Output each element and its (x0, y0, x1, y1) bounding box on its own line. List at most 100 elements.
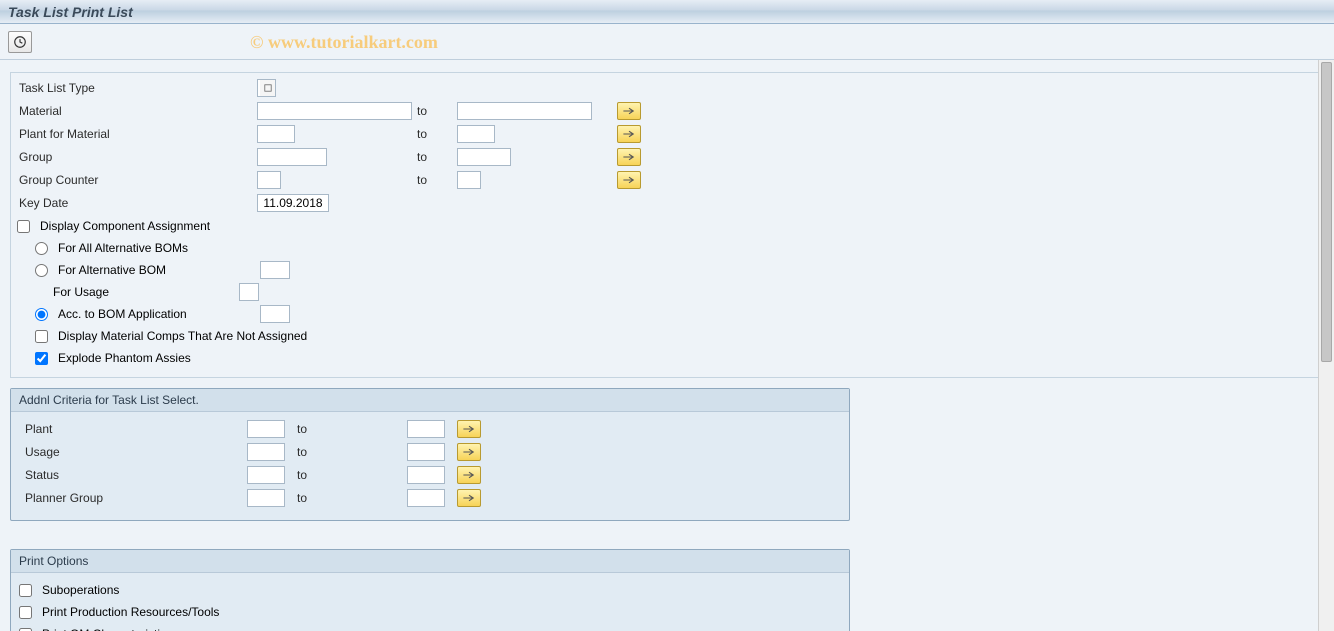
print-qm-checkbox[interactable] (19, 628, 32, 631)
row-suboperations: Suboperations (19, 579, 841, 601)
group-counter-high-input[interactable] (457, 171, 481, 189)
group-additional-criteria: Addnl Criteria for Task List Select. Pla… (10, 388, 850, 521)
plant-low-input[interactable] (247, 420, 285, 438)
acc-bom-app-input[interactable] (260, 305, 290, 323)
plant-label: Plant (19, 422, 247, 436)
execute-button[interactable] (8, 31, 32, 53)
row-print-qm: Print QM Characteristics (19, 623, 841, 631)
task-list-type-label: Task List Type (17, 81, 257, 95)
arrow-right-icon (622, 129, 636, 139)
planner-group-multi-select-button[interactable] (457, 489, 481, 507)
row-usage: Usage to (19, 441, 841, 463)
row-plant: Plant to (19, 418, 841, 440)
material-to-label: to (417, 104, 457, 118)
plant-for-material-label: Plant for Material (17, 127, 257, 141)
material-multi-select-button[interactable] (617, 102, 641, 120)
plant-to-label: to (297, 422, 407, 436)
row-group: Group to (17, 146, 1317, 168)
group-counter-multi-select-button[interactable] (617, 171, 641, 189)
application-toolbar: © www.tutorialkart.com (0, 24, 1334, 60)
group-print-options-title: Print Options (11, 550, 849, 573)
arrow-right-icon (622, 106, 636, 116)
for-alt-bom-radio[interactable] (35, 264, 48, 277)
arrow-right-icon (462, 424, 476, 434)
task-list-type-f4-button[interactable] (260, 79, 276, 97)
vertical-scrollbar[interactable] (1318, 60, 1334, 631)
arrow-right-icon (622, 175, 636, 185)
page-title: Task List Print List (8, 4, 133, 20)
row-print-prt: Print Production Resources/Tools (19, 601, 841, 623)
group-counter-to-label: to (417, 173, 457, 187)
row-not-assigned: Display Material Comps That Are Not Assi… (17, 325, 1317, 347)
usage-low-input[interactable] (247, 443, 285, 461)
scrollbar-thumb[interactable] (1321, 62, 1332, 362)
planner-group-high-input[interactable] (407, 489, 445, 507)
not-assigned-checkbox[interactable] (35, 330, 48, 343)
planner-group-to-label: to (297, 491, 407, 505)
for-all-alt-boms-radio[interactable] (35, 242, 48, 255)
usage-high-input[interactable] (407, 443, 445, 461)
planner-group-low-input[interactable] (247, 489, 285, 507)
status-low-input[interactable] (247, 466, 285, 484)
print-qm-label: Print QM Characteristics (42, 627, 172, 631)
for-usage-label: For Usage (53, 285, 223, 299)
plant-for-material-low-input[interactable] (257, 125, 295, 143)
plant-for-material-high-input[interactable] (457, 125, 495, 143)
key-date-input[interactable] (257, 194, 329, 212)
arrow-right-icon (462, 493, 476, 503)
group-multi-select-button[interactable] (617, 148, 641, 166)
group-to-label: to (417, 150, 457, 164)
row-material: Material to (17, 100, 1317, 122)
acc-bom-app-label: Acc. to BOM Application (58, 307, 244, 321)
row-task-list-type: Task List Type (17, 77, 1317, 99)
print-prt-label: Print Production Resources/Tools (42, 605, 219, 619)
material-high-input[interactable] (457, 102, 592, 120)
plant-for-material-multi-select-button[interactable] (617, 125, 641, 143)
material-label: Material (17, 104, 257, 118)
group-print-options: Print Options Suboperations Print Produc… (10, 549, 850, 631)
usage-multi-select-button[interactable] (457, 443, 481, 461)
row-acc-bom-app: Acc. to BOM Application (17, 303, 1317, 325)
row-for-usage: For Usage (17, 281, 1317, 303)
group-label: Group (17, 150, 257, 164)
explode-phantom-label: Explode Phantom Assies (58, 351, 191, 365)
usage-to-label: to (297, 445, 407, 459)
general-selection-box: Task List Type Material to Plant for Mat… (10, 72, 1324, 378)
group-low-input[interactable] (257, 148, 327, 166)
plant-high-input[interactable] (407, 420, 445, 438)
row-status: Status to (19, 464, 841, 486)
row-planner-group: Planner Group to (19, 487, 841, 509)
row-group-counter: Group Counter to (17, 169, 1317, 191)
status-label: Status (19, 468, 247, 482)
content-pane: Task List Type Material to Plant for Mat… (0, 60, 1334, 631)
suboperations-checkbox[interactable] (19, 584, 32, 597)
status-multi-select-button[interactable] (457, 466, 481, 484)
acc-bom-app-radio[interactable] (35, 308, 48, 321)
group-high-input[interactable] (457, 148, 511, 166)
plant-multi-select-button[interactable] (457, 420, 481, 438)
not-assigned-label: Display Material Comps That Are Not Assi… (58, 329, 307, 343)
arrow-right-icon (622, 152, 636, 162)
for-alt-bom-label: For Alternative BOM (58, 263, 244, 277)
group-additional-criteria-title: Addnl Criteria for Task List Select. (11, 389, 849, 412)
arrow-right-icon (462, 447, 476, 457)
for-alt-bom-input[interactable] (260, 261, 290, 279)
usage-label: Usage (19, 445, 247, 459)
watermark-text: © www.tutorialkart.com (250, 32, 438, 53)
row-explode-phantom: Explode Phantom Assies (17, 347, 1317, 369)
suboperations-label: Suboperations (42, 583, 119, 597)
clock-execute-icon (13, 35, 27, 49)
for-usage-input[interactable] (239, 283, 259, 301)
material-low-input[interactable] (257, 102, 412, 120)
group-counter-label: Group Counter (17, 173, 257, 187)
print-prt-checkbox[interactable] (19, 606, 32, 619)
plant-for-material-to-label: to (417, 127, 457, 141)
explode-phantom-checkbox[interactable] (35, 352, 48, 365)
key-date-label: Key Date (17, 196, 257, 210)
display-comp-assign-checkbox[interactable] (17, 220, 30, 233)
group-counter-low-input[interactable] (257, 171, 281, 189)
status-high-input[interactable] (407, 466, 445, 484)
arrow-right-icon (462, 470, 476, 480)
f4-dropdown-icon (264, 84, 272, 92)
display-comp-assign-label: Display Component Assignment (40, 219, 210, 233)
